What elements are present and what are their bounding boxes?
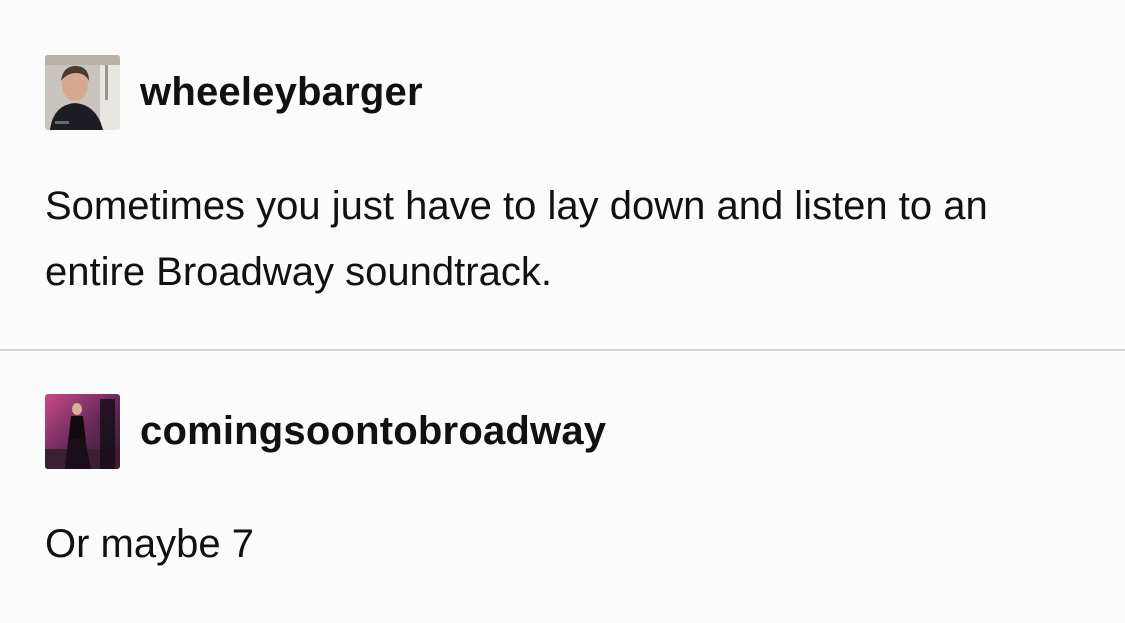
user-avatar-photo-icon (45, 55, 120, 130)
post-text: Or maybe 7 (45, 522, 254, 566)
post-header: wheeleybarger (45, 55, 423, 130)
post-wheeleybarger: wheeleybarger Sometimes you just have to… (0, 0, 1125, 350)
user-avatar-stage-photo-icon (45, 394, 120, 469)
post-header: comingsoontobroadway (45, 394, 606, 469)
username-link[interactable]: comingsoontobroadway (140, 409, 606, 454)
post-text: Sometimes you just have to lay down and … (45, 184, 988, 294)
username-link[interactable]: wheeleybarger (140, 70, 423, 115)
avatar[interactable] (45, 55, 120, 130)
avatar[interactable] (45, 394, 120, 469)
post-comingsoontobroadway: comingsoontobroadway Or maybe 7 (0, 351, 1125, 623)
